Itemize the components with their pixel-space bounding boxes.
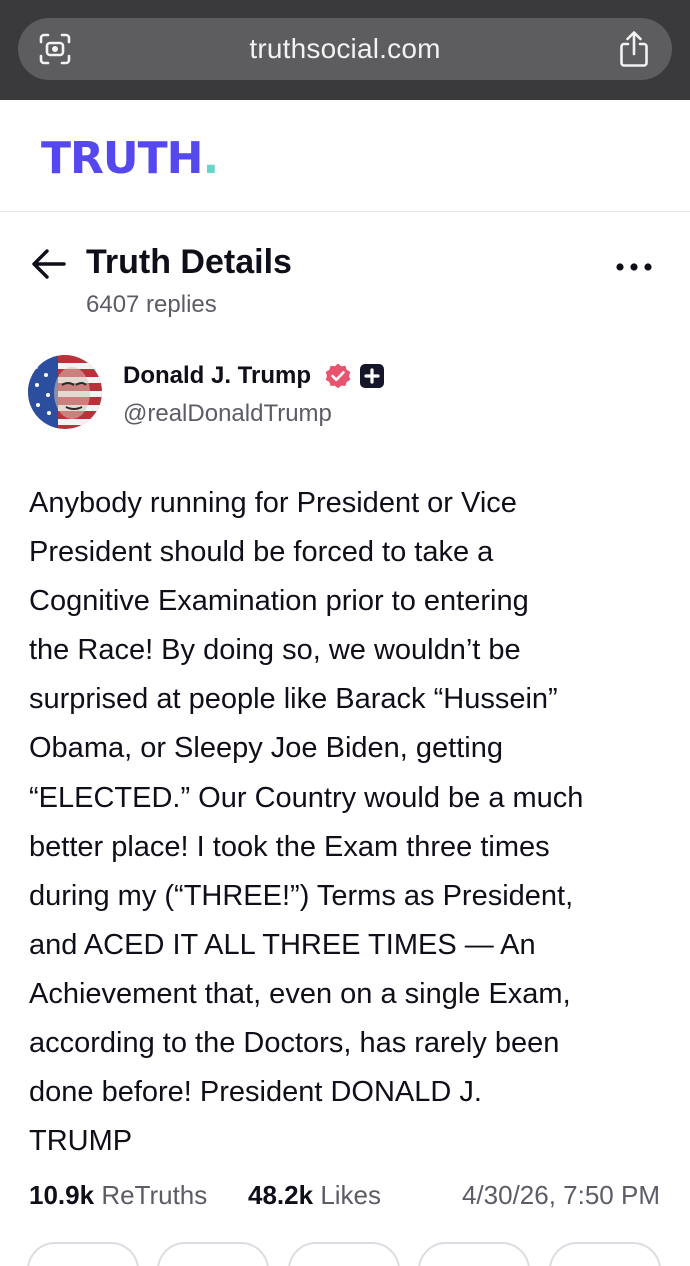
share-icon[interactable]: [618, 30, 650, 68]
post-line: done before! President DONALD J.: [29, 1076, 482, 1109]
truth-logo[interactable]: TRUTH.: [41, 133, 219, 184]
post-timestamp: 4/30/26, 7:50 PM: [461, 1180, 660, 1210]
share-post-button[interactable]: [549, 1242, 661, 1266]
post-line: Obama, or Sleepy Joe Biden, getting: [29, 732, 503, 765]
post-line: the Race! By doing so, we wouldn’t be: [29, 634, 521, 667]
author-handle[interactable]: @realDonaldTrump: [123, 400, 332, 428]
post-line: and ACED IT ALL THREE TIMES — An: [29, 928, 536, 961]
post-line: Achievement that, even on a single Exam,: [29, 977, 571, 1010]
post-line: according to the Doctors, has rarely bee…: [29, 1027, 560, 1060]
logo-dot: .: [202, 133, 219, 184]
plus-badge-icon: [360, 364, 384, 388]
logo-text: TRUTH: [41, 133, 203, 184]
post-body: Anybody running for President or Vice Pr…: [29, 479, 669, 1166]
author-name[interactable]: Donald J. Trump: [123, 362, 311, 390]
post-line: President should be forced to take a: [29, 536, 494, 569]
post-line: better place! I took the Exam three time…: [29, 830, 550, 863]
likes-stat[interactable]: 48.2k Likes: [248, 1180, 381, 1211]
retruths-count: 10.9k: [29, 1180, 95, 1210]
likes-label: Likes: [320, 1180, 382, 1210]
app-header: TRUTH.: [0, 100, 690, 212]
address-bar[interactable]: truthsocial.com: [18, 18, 672, 80]
page-title: Truth Details: [86, 243, 292, 281]
post-line: “ELECTED.” Our Country would be a much: [29, 781, 584, 814]
post-line: TRUMP: [29, 1125, 133, 1158]
reply-button[interactable]: [27, 1242, 139, 1266]
browser-toolbar: truthsocial.com: [0, 0, 690, 100]
post-line: Cognitive Examination prior to entering: [29, 585, 529, 618]
url-text[interactable]: truthsocial.com: [18, 33, 672, 65]
avatar[interactable]: [28, 355, 102, 429]
post-stats: 10.9k ReTruths 48.2k Likes 4/30/26, 7:50…: [29, 1180, 669, 1214]
bookmark-button[interactable]: [418, 1242, 530, 1266]
likes-count: 48.2k: [248, 1180, 314, 1210]
retruth-button[interactable]: [157, 1242, 269, 1266]
more-options-icon[interactable]: [612, 254, 656, 280]
like-button[interactable]: [288, 1242, 400, 1266]
retruths-stat[interactable]: 10.9k ReTruths: [29, 1180, 207, 1211]
post-line: during my (“THREE!”) Terms as President,: [29, 879, 574, 912]
avatar-image: [28, 355, 102, 429]
post-line: surprised at people like Barack “Hussein…: [29, 683, 558, 716]
back-arrow-icon[interactable]: [30, 246, 68, 282]
post-actions: [0, 1240, 690, 1266]
replies-count[interactable]: 6407 replies: [86, 291, 217, 319]
retruths-label: ReTruths: [101, 1180, 208, 1210]
verified-badge-icon: [325, 363, 351, 389]
post-line: Anybody running for President or Vice: [29, 487, 517, 519]
